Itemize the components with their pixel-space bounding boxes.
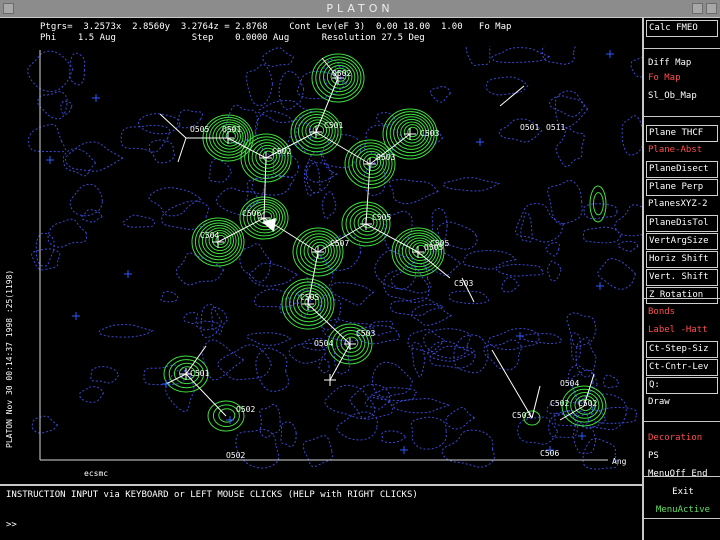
- info-line-2: Phi 1.5 Aug Step 0.0000 Aug Resolution 2…: [40, 33, 425, 43]
- maximize-icon[interactable]: [706, 3, 717, 14]
- menu-item-ct-cntr-lev[interactable]: Ct-Cntr-Lev: [646, 359, 718, 376]
- minimize-icon[interactable]: [692, 3, 703, 14]
- plot-vertical-caption: PLATON Nov 30 00:14:37 1998 :25(1198): [5, 270, 14, 448]
- menu-item-ps[interactable]: PS: [646, 449, 718, 464]
- atom-label: C503: [420, 129, 439, 138]
- menu-item-plane-thcf[interactable]: Plane THCF: [646, 125, 718, 142]
- window-title: PLATON: [326, 2, 394, 15]
- menu-item-calc-fmeo[interactable]: Calc FMEO: [646, 20, 718, 37]
- atom-label: O502: [332, 69, 351, 78]
- info-line-1: Ptgrs= 3.2573x 2.8560y 3.2764z = 2.8768 …: [40, 22, 512, 32]
- atom-label: O501: [222, 125, 241, 134]
- command-prompt[interactable]: >>: [6, 520, 17, 530]
- menu-item-diff-map[interactable]: Diff Map: [646, 56, 718, 71]
- atom-label: C506: [540, 449, 559, 458]
- menu-item-fo-map[interactable]: Fo Map: [646, 71, 718, 86]
- atom-label: O505: [190, 125, 209, 134]
- atom-label: C505: [300, 293, 319, 302]
- menu-item-menuoff-end[interactable]: MenuOff End: [646, 467, 718, 482]
- menu-item-exit[interactable]: Exit: [646, 485, 718, 500]
- atom-label: C504: [200, 231, 219, 240]
- atom-label: O501: [520, 123, 539, 132]
- menu-item-q[interactable]: Q:: [646, 377, 718, 394]
- atom-label: C502: [578, 399, 597, 408]
- atom-label: O504: [560, 379, 579, 388]
- plot-bottom-left-label: ecsmc: [84, 469, 108, 478]
- command-bar[interactable]: INSTRUCTION INPUT via KEYBOARD or LEFT M…: [0, 484, 642, 540]
- atom-label: O502: [226, 451, 245, 460]
- fourier-map-canvas[interactable]: O502 O501 C501 C502 C503 O503 C506 C504 C505 C507…: [0, 35, 658, 484]
- menu-item-bonds[interactable]: Bonds: [646, 305, 718, 320]
- menu-item-draw[interactable]: Draw: [646, 395, 718, 410]
- atom-label: O503: [376, 153, 395, 162]
- atom-label: C505: [430, 239, 449, 248]
- atom-label: C507: [330, 239, 349, 248]
- menu-item-menuactive[interactable]: MenuActive: [646, 503, 718, 518]
- menu-item-plane-perp[interactable]: Plane Perp: [646, 179, 718, 196]
- menu-sidebar: Calc FMEO Diff Map Fo Map Sl_Ob_Map Plane TH…: [642, 18, 720, 540]
- menu-item-planesxyz-2[interactable]: PlanesXYZ-2: [646, 197, 718, 212]
- menu-item-planedisect[interactable]: PlaneDisect: [646, 161, 718, 178]
- atom-label: C503: [356, 329, 375, 338]
- atom-label: O504: [314, 339, 333, 348]
- atom-label: C506: [242, 209, 261, 218]
- atom-label: C505: [372, 213, 391, 222]
- atom-label: O511: [546, 123, 565, 132]
- atom-label: C501: [190, 369, 209, 378]
- title-bar[interactable]: PLATON: [0, 0, 720, 18]
- atom-label: C502: [550, 399, 569, 408]
- instruction-text: INSTRUCTION INPUT via KEYBOARD or LEFT M…: [6, 490, 418, 500]
- info-bar: Ptgrs= 3.2573x 2.8560y 3.2764z = 2.8768 …: [0, 18, 642, 46]
- menu-item-decoration[interactable]: Decoration: [646, 431, 718, 446]
- map-svg[interactable]: O502 O501 C501 C502 C503 O503 C506 C504 C505 C507…: [0, 35, 658, 484]
- menu-item-plane-abst[interactable]: Plane-Abst: [646, 143, 718, 158]
- atom-label: O502: [236, 405, 255, 414]
- plot-bottom-right-label: Ang: [612, 457, 627, 466]
- menu-item-ct-step-siz[interactable]: Ct-Step-Siz: [646, 341, 718, 358]
- menu-item-horiz-shift[interactable]: Horiz Shift: [646, 251, 718, 268]
- menu-item-planedistol[interactable]: PlaneDisTol: [646, 215, 718, 232]
- menu-item-vert-shift[interactable]: Vert. Shift: [646, 269, 718, 286]
- menu-item-z-rotation[interactable]: Z Rotation: [646, 287, 718, 304]
- menu-item-vertargsize[interactable]: VertArgSize: [646, 233, 718, 250]
- atom-label: C503: [454, 279, 473, 288]
- atom-label: C503: [512, 411, 531, 420]
- atom-label: C501: [324, 121, 343, 130]
- atom-label: C502: [272, 147, 291, 156]
- menu-item-sl-ob-map[interactable]: Sl_Ob_Map: [646, 89, 718, 104]
- menu-item-label-hatt[interactable]: Label -Hatt: [646, 323, 718, 338]
